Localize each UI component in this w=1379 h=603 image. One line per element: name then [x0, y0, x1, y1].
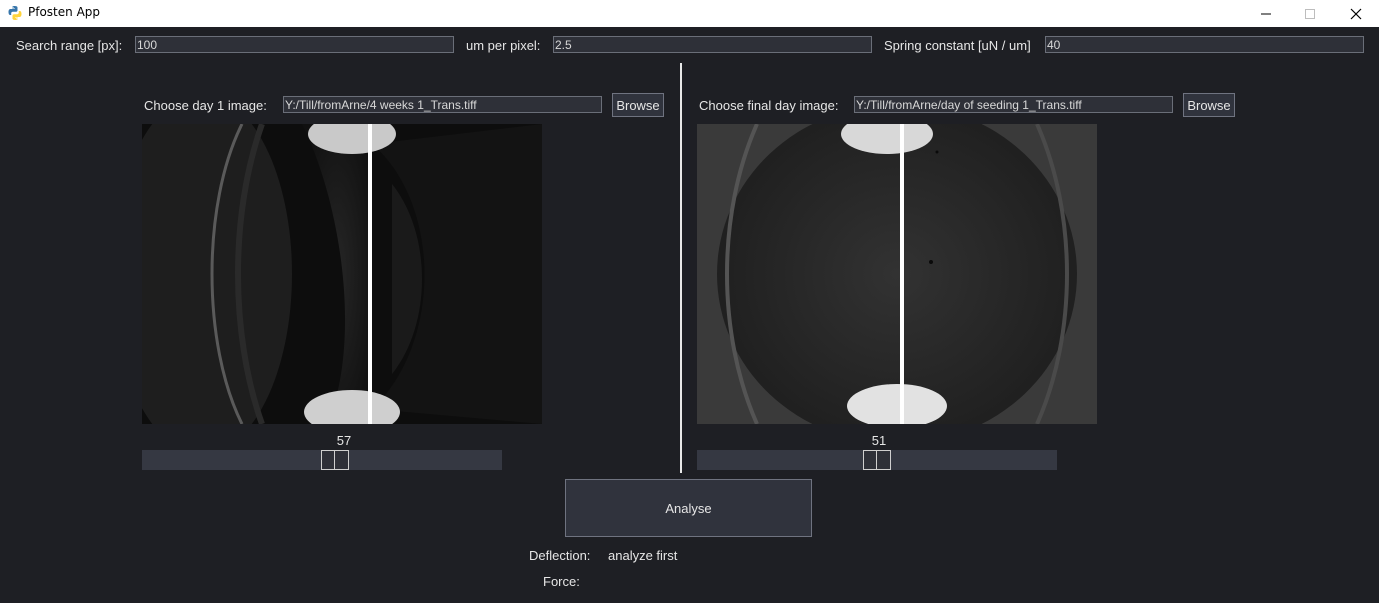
search-range-input[interactable] [135, 36, 454, 53]
python-icon [7, 5, 23, 21]
spring-constant-input[interactable] [1045, 36, 1364, 53]
final-day-slider-handle[interactable] [863, 450, 891, 470]
final-day-microscope-image [697, 124, 1097, 424]
day1-browse-button[interactable]: Browse [612, 93, 664, 117]
window-title: Pfosten App [28, 5, 101, 19]
deflection-value: analyze first [608, 548, 678, 563]
spring-constant-label: Spring constant [uN / um] [884, 38, 1031, 53]
final-day-image-view [697, 124, 1097, 424]
day1-image-label: Choose day 1 image: [144, 98, 267, 113]
final-day-slider-value: 51 [871, 433, 887, 448]
day1-slider-value: 57 [336, 433, 352, 448]
force-label: Force: [543, 574, 580, 589]
um-per-pixel-label: um per pixel: [466, 38, 541, 53]
close-button[interactable] [1333, 0, 1379, 27]
day1-microscope-image [142, 124, 542, 424]
maximize-button[interactable] [1287, 0, 1333, 27]
day1-path-input[interactable] [283, 96, 602, 113]
close-icon [1350, 8, 1362, 19]
um-per-pixel-input[interactable] [553, 36, 872, 53]
title-bar: Pfosten App [0, 0, 1379, 27]
day1-slider-handle[interactable] [321, 450, 349, 470]
panel-divider [680, 63, 682, 473]
minimize-button[interactable] [1243, 0, 1289, 27]
final-day-path-input[interactable] [854, 96, 1173, 113]
day1-image-view [142, 124, 542, 424]
analyse-button[interactable]: Analyse [565, 479, 812, 537]
minimize-icon [1261, 13, 1271, 14]
deflection-label: Deflection: [529, 548, 591, 563]
search-range-label: Search range [px]: [16, 38, 123, 53]
maximize-icon [1305, 8, 1315, 19]
final-day-browse-button[interactable]: Browse [1183, 93, 1235, 117]
day1-slider-track[interactable] [142, 450, 502, 470]
final-day-image-label: Choose final day image: [699, 98, 839, 113]
final-day-slider-track[interactable] [697, 450, 1057, 470]
